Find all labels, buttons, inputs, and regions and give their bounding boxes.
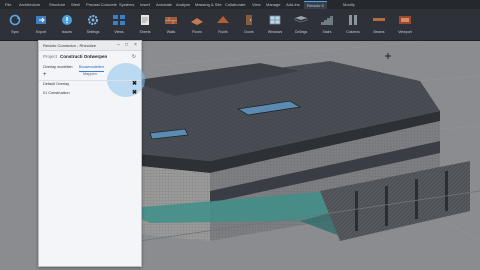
project-name[interactable]: Constructi Ontwerpen	[60, 54, 107, 59]
folders-label: Mappen	[83, 72, 97, 76]
ribbon-tab[interactable]: File	[2, 1, 14, 8]
panel-titlebar[interactable]: Revizto Connector - Rhinolize – □ ×	[39, 41, 141, 51]
tool-columns-button[interactable]: Columns	[342, 12, 364, 38]
settings-icon	[88, 15, 98, 25]
remove-icon[interactable]: ✖	[132, 90, 137, 97]
tool-doors-button[interactable]: Doors	[238, 12, 260, 38]
tool-walls-button[interactable]: Walls	[160, 12, 182, 38]
ribbon-tab[interactable]: Insert	[137, 1, 153, 8]
list-item-label: Default Overlay	[43, 82, 70, 86]
tool-label: Beams	[373, 30, 385, 34]
ribbon-tab[interactable]: Systems	[116, 1, 137, 8]
tab-overlay-models[interactable]: Overlay modellen	[43, 63, 73, 71]
tool-label: Stairs	[322, 30, 332, 34]
tool-settings-button[interactable]: Settings	[82, 12, 104, 38]
beams-icon	[373, 18, 385, 21]
walls-icon	[165, 17, 177, 24]
ribbon-tab[interactable]: Manage	[263, 1, 283, 8]
ribbon-tab[interactable]: Precast Concrete	[83, 1, 120, 8]
tool-label: Doors	[244, 30, 254, 34]
floors-icon	[191, 18, 203, 25]
ceilings-icon	[294, 16, 308, 23]
export-icon	[36, 16, 46, 24]
columns-icon	[349, 15, 357, 25]
tool-label: Settings	[86, 30, 100, 34]
ribbon-tab[interactable]: View	[249, 1, 264, 8]
ribbon-tab[interactable]: Analyze	[173, 1, 193, 8]
tab-building-models[interactable]: Bouwmodellen	[79, 63, 104, 72]
tool-label: Export	[35, 30, 47, 34]
viewport-icon	[399, 16, 411, 24]
tool-ceilings-button[interactable]: Ceilings	[290, 12, 312, 38]
tool-views-button[interactable]: Views	[108, 12, 130, 38]
project-row: Project Constructi Ontwerpen	[43, 53, 137, 61]
ribbon-tab[interactable]: Add-Ins	[283, 1, 303, 8]
connector-panel: Revizto Connector - Rhinolize – □ × Proj…	[38, 40, 145, 267]
tool-export-button[interactable]: Export	[30, 12, 52, 38]
tool-label: Walls	[166, 30, 176, 34]
add-icon[interactable]: +	[43, 72, 49, 78]
sync-icon	[9, 14, 21, 26]
tool-sync-button[interactable]: Sync	[4, 12, 26, 38]
windows-icon	[269, 15, 281, 25]
tool-sheets-button[interactable]: Sheets	[134, 12, 156, 38]
tool-label: Views	[114, 30, 124, 34]
ribbon-tab[interactable]: Structure	[46, 1, 68, 8]
tool-label: Floors	[192, 30, 202, 34]
tool-beams-button[interactable]: Beams	[368, 12, 390, 38]
ribbon-tab[interactable]: Steel	[68, 1, 83, 8]
doors-icon	[246, 15, 252, 25]
tool-label: Viewport	[398, 30, 412, 34]
ribbon-tab[interactable]: Architecture	[16, 1, 43, 8]
maximize-icon[interactable]: □	[123, 42, 130, 49]
tool-issues-button[interactable]: Issues	[56, 12, 78, 38]
ribbon-tab[interactable]: Annotate	[153, 1, 175, 8]
list-item[interactable]: 01 Construction ✖	[43, 90, 137, 97]
ribbon-tab[interactable]: Modify	[340, 1, 358, 8]
tool-label: Ceilings	[294, 30, 308, 34]
ribbon-tab[interactable]: Massing & Site	[192, 1, 225, 8]
tool-label: Columns	[346, 30, 360, 34]
tool-label: Roofs	[218, 30, 228, 34]
ribbon-tab-active[interactable]: Revizto 5	[304, 1, 327, 9]
tool-label: Issues	[61, 30, 73, 34]
tool-label: Sheets	[139, 30, 151, 34]
ribbon-tab-row: File Architecture Structure Steel Precas…	[0, 0, 480, 9]
issues-icon	[62, 15, 72, 25]
tool-label: Windows	[267, 30, 283, 34]
panel-title: Revizto Connector - Rhinolize	[43, 43, 96, 48]
minimize-icon[interactable]: –	[115, 42, 122, 49]
panel-tabs: Overlay modellen Bouwmodellen	[39, 63, 141, 72]
list-item-label: 01 Construction	[43, 91, 70, 95]
tool-roofs-button[interactable]: Roofs	[212, 12, 234, 38]
project-label: Project	[43, 54, 58, 59]
close-icon[interactable]: ×	[132, 42, 139, 49]
tool-windows-button[interactable]: Windows	[264, 12, 286, 38]
tool-viewport-button[interactable]: Viewport	[394, 12, 416, 38]
refresh-icon[interactable]: ↻	[131, 53, 137, 61]
cursor-icon	[385, 53, 391, 59]
list-item[interactable]: Default Overlay ✖	[43, 81, 137, 88]
tool-stairs-button[interactable]: Stairs	[316, 12, 338, 38]
ribbon: File Architecture Structure Steel Precas…	[0, 0, 480, 41]
sheets-icon	[141, 15, 149, 25]
ribbon-tools: Sync Export Issues Settings Views Sheets…	[0, 10, 480, 40]
views-icon	[113, 15, 125, 25]
stairs-icon	[321, 16, 333, 25]
tool-label: Sync	[11, 30, 19, 34]
ribbon-tab[interactable]: Collaborate	[222, 1, 248, 8]
tool-floors-button[interactable]: Floors	[186, 12, 208, 38]
roofs-icon	[217, 16, 229, 23]
remove-icon[interactable]: ✖	[132, 81, 137, 88]
